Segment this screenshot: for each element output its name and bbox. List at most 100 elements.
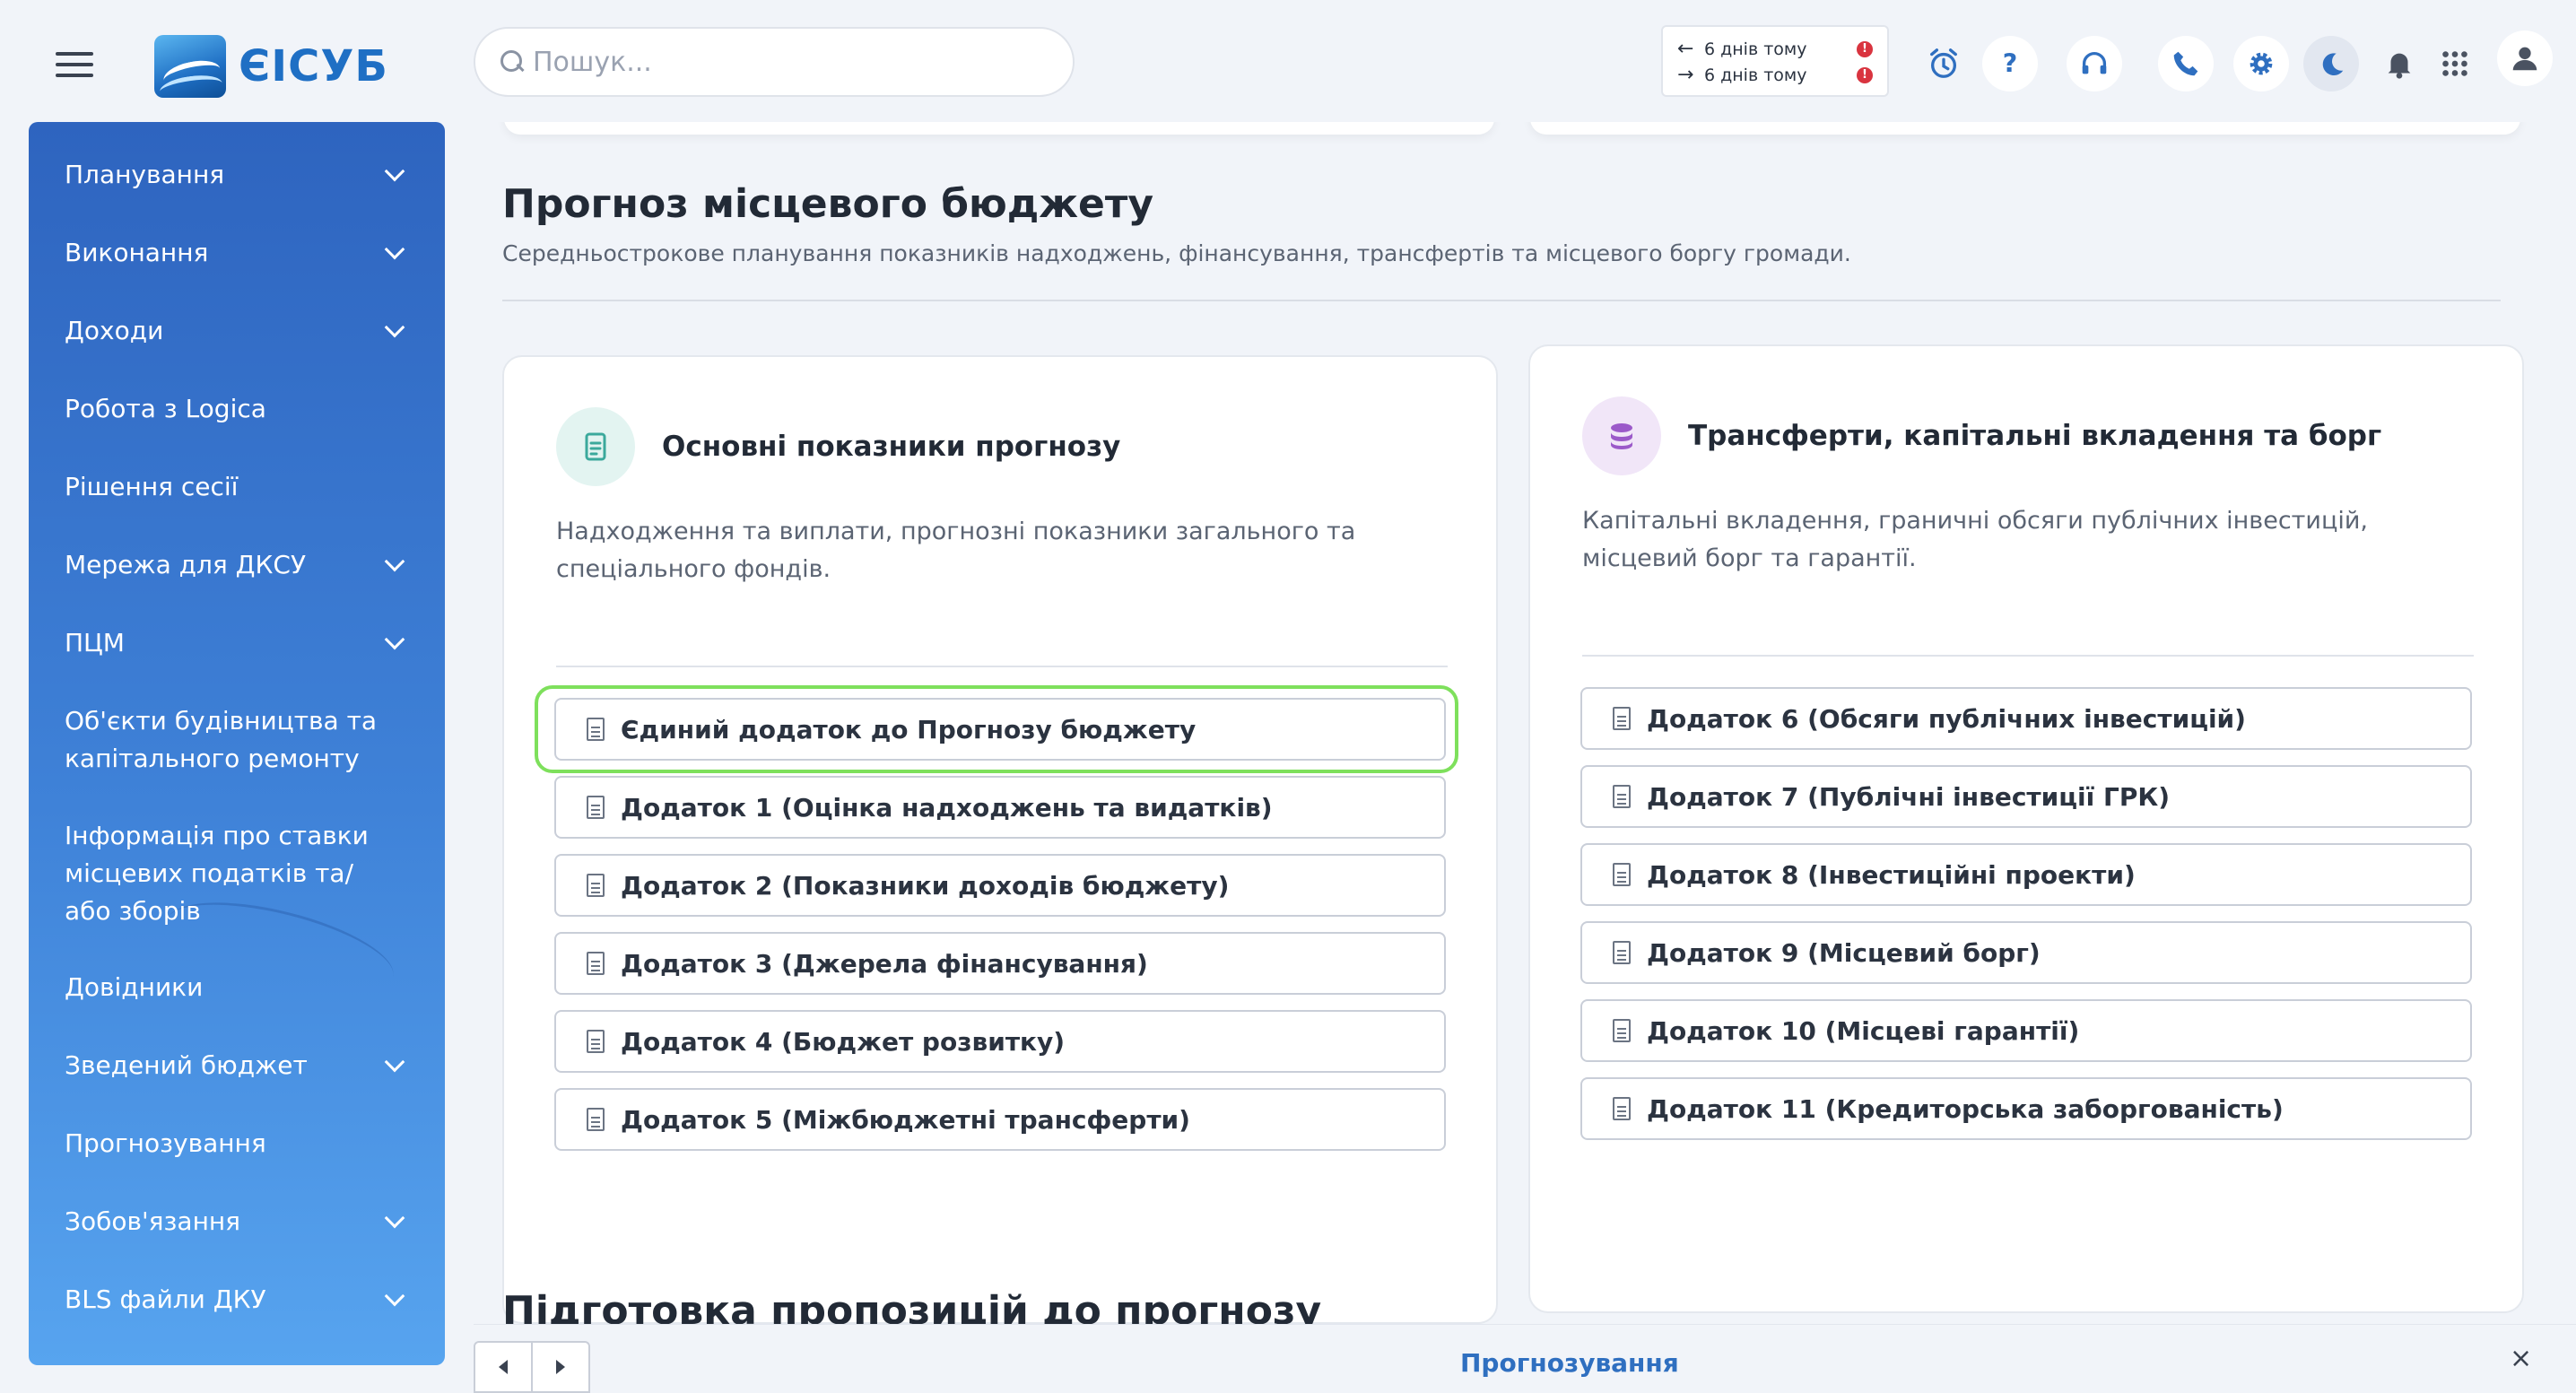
logo-mark-icon: [154, 35, 226, 98]
sidebar-item-construction[interactable]: Об'єкти будівництва та капітального ремо…: [29, 702, 445, 778]
link-appendix-4[interactable]: Додаток 4 (Бюджет розвитку): [554, 1010, 1446, 1073]
history-back-label: 6 днів тому: [1704, 39, 1807, 59]
sidebar-item-bls-files[interactable]: BLS файли ДКУ: [29, 1281, 445, 1319]
link-appendix-8[interactable]: Додаток 8 (Інвестиційні проекти): [1580, 843, 2472, 906]
file-icon: [587, 1108, 605, 1131]
link-label: Додаток 6 (Обсяги публічних інвестицій): [1647, 703, 2246, 734]
logo[interactable]: ЄІСУБ: [154, 34, 388, 99]
link-appendix-6[interactable]: Додаток 6 (Обсяги публічних інвестицій): [1580, 687, 2472, 750]
history-forward-label: 6 днів тому: [1704, 65, 1807, 85]
main-content: Прогноз місцевого бюджету Середньостроко…: [474, 122, 2551, 1324]
arrow-left-icon: ←: [1677, 38, 1694, 60]
menu-icon[interactable]: [56, 52, 93, 77]
history-back[interactable]: ← 6 днів тому !: [1677, 36, 1873, 62]
sidebar-item-label: Об'єкти будівництва та капітального ремо…: [65, 706, 378, 773]
help-icon[interactable]: ?: [1982, 36, 2038, 91]
sidebar-item-label: Робота з Logica: [65, 394, 266, 423]
sidebar-item-label: Інформація про ставки місцевих податків …: [65, 821, 369, 926]
bell-icon[interactable]: [2371, 36, 2427, 91]
sidebar-item-label: Рішення сесії: [65, 472, 239, 501]
link-appendix-5[interactable]: Додаток 5 (Міжбюджетні трансферти): [554, 1088, 1446, 1151]
headset-icon[interactable]: [2067, 36, 2122, 91]
chevron-down-icon: [384, 1051, 405, 1073]
link-label: Єдиний додаток до Прогнозу бюджету: [621, 714, 1197, 744]
sidebar-item-session-decisions[interactable]: Рішення сесії: [29, 468, 445, 506]
search-box[interactable]: [474, 27, 1075, 97]
link-appendix-11[interactable]: Додаток 11 (Кредиторська заборгованість): [1580, 1077, 2472, 1140]
transfers-investments-debt-card: Трансферти, капітальні вкладення та борг…: [1528, 344, 2524, 1313]
link-label: Додаток 1 (Оцінка надходжень та видатків…: [621, 792, 1273, 823]
history-forward[interactable]: → 6 днів тому !: [1677, 62, 1873, 88]
sidebar-item-consolidated-budget[interactable]: Зведений бюджет: [29, 1047, 445, 1084]
sidebar-item-label: Виконання: [65, 238, 209, 267]
file-icon: [1613, 1097, 1631, 1120]
caret-right-icon: [556, 1360, 565, 1374]
gear-icon[interactable]: [2233, 36, 2289, 91]
link-appendix-7[interactable]: Додаток 7 (Публічні інвестиції ГРК): [1580, 765, 2472, 828]
caret-left-icon: [499, 1360, 508, 1374]
sidebar-item-pcm[interactable]: ПЦМ: [29, 624, 445, 662]
divider: [556, 666, 1448, 667]
card-title: Основні показники прогнозу: [662, 431, 1121, 463]
card-description: Надходження та виплати, прогнозні показн…: [556, 518, 1356, 583]
file-icon: [587, 952, 605, 975]
divider: [1582, 655, 2474, 657]
chevron-down-icon: [384, 317, 405, 338]
file-icon: [1613, 941, 1631, 964]
link-label: Додаток 11 (Кредиторська заборгованість): [1647, 1093, 2284, 1124]
sidebar-item-references[interactable]: Довідники: [29, 969, 445, 1006]
search-icon: [500, 50, 524, 74]
card-title: Трансферти, капітальні вкладення та борг: [1688, 420, 2382, 452]
bottom-tab-bar: Прогнозування ×: [474, 1324, 2576, 1393]
document-icon: [556, 407, 635, 486]
link-label: Додаток 8 (Інвестиційні проекти): [1647, 859, 2136, 890]
link-appendix-1[interactable]: Додаток 1 (Оцінка надходжень та видатків…: [554, 776, 1446, 839]
forecast-main-indicators-card: Основні показники прогнозу Надходження т…: [502, 355, 1498, 1324]
link-label: Додаток 4 (Бюджет розвитку): [621, 1026, 1066, 1057]
page-title: Прогноз місцевого бюджету: [502, 181, 1154, 227]
chevron-down-icon: [384, 551, 405, 572]
link-unified-forecast-appendix[interactable]: Єдиний додаток до Прогнозу бюджету: [554, 698, 1446, 761]
top-bar: ЄІСУБ ← 6 днів тому ! → 6 днів тому ! ?: [0, 0, 2576, 122]
file-icon: [1613, 863, 1631, 886]
section-title: Підготовка пропозицій до прогнозу: [502, 1288, 1322, 1324]
alert-icon: !: [1857, 40, 1873, 57]
link-appendix-9[interactable]: Додаток 9 (Місцевий борг): [1580, 921, 2472, 984]
coins-icon: [1582, 396, 1661, 475]
moon-icon[interactable]: [2303, 36, 2359, 91]
link-appendix-2[interactable]: Додаток 2 (Показники доходів бюджету): [554, 854, 1446, 917]
svg-text:?: ?: [2003, 49, 2018, 79]
link-appendix-3[interactable]: Додаток 3 (Джерела фінансування): [554, 932, 1446, 995]
sidebar: Планування Виконання Доходи Робота з Log…: [29, 122, 445, 1365]
sidebar-item-forecasting[interactable]: Прогнозування: [29, 1125, 445, 1162]
chevron-down-icon: [384, 629, 405, 650]
sidebar-item-income[interactable]: Доходи: [29, 312, 445, 350]
apps-grid-icon[interactable]: [2427, 36, 2483, 91]
user-icon[interactable]: [2497, 30, 2553, 86]
page-subtitle: Середньострокове планування показників н…: [502, 240, 1851, 266]
link-label: Додаток 3 (Джерела фінансування): [621, 948, 1148, 979]
alarm-clock-icon[interactable]: [1916, 36, 1971, 91]
sidebar-item-dksu-network[interactable]: Мережа для ДКСУ: [29, 546, 445, 584]
close-icon[interactable]: ×: [2510, 1343, 2532, 1374]
prev-tab-button[interactable]: [475, 1343, 533, 1391]
sidebar-item-tax-rates[interactable]: Інформація про ставки місцевих податків …: [29, 817, 445, 930]
sidebar-item-logica[interactable]: Робота з Logica: [29, 390, 445, 428]
chevron-down-icon: [384, 1285, 405, 1307]
next-tab-button[interactable]: [533, 1343, 588, 1391]
sidebar-item-label: Мережа для ДКСУ: [65, 550, 307, 579]
link-label: Додаток 5 (Міжбюджетні трансферти): [621, 1104, 1190, 1135]
link-appendix-10[interactable]: Додаток 10 (Місцеві гарантії): [1580, 999, 2472, 1062]
sidebar-item-execution[interactable]: Виконання: [29, 234, 445, 272]
tab-forecasting[interactable]: Прогнозування: [1460, 1348, 1679, 1378]
sidebar-item-label: Зобов'язання: [65, 1206, 241, 1236]
sidebar-item-obligations[interactable]: Зобов'язання: [29, 1203, 445, 1241]
search-input[interactable]: [533, 46, 1035, 78]
file-icon: [587, 1030, 605, 1053]
file-icon: [1613, 707, 1631, 730]
divider: [502, 300, 2501, 301]
chevron-down-icon: [384, 239, 405, 260]
phone-icon[interactable]: [2158, 36, 2214, 91]
sidebar-item-label: BLS файли ДКУ: [65, 1284, 266, 1314]
sidebar-item-planning[interactable]: Планування: [29, 156, 445, 194]
